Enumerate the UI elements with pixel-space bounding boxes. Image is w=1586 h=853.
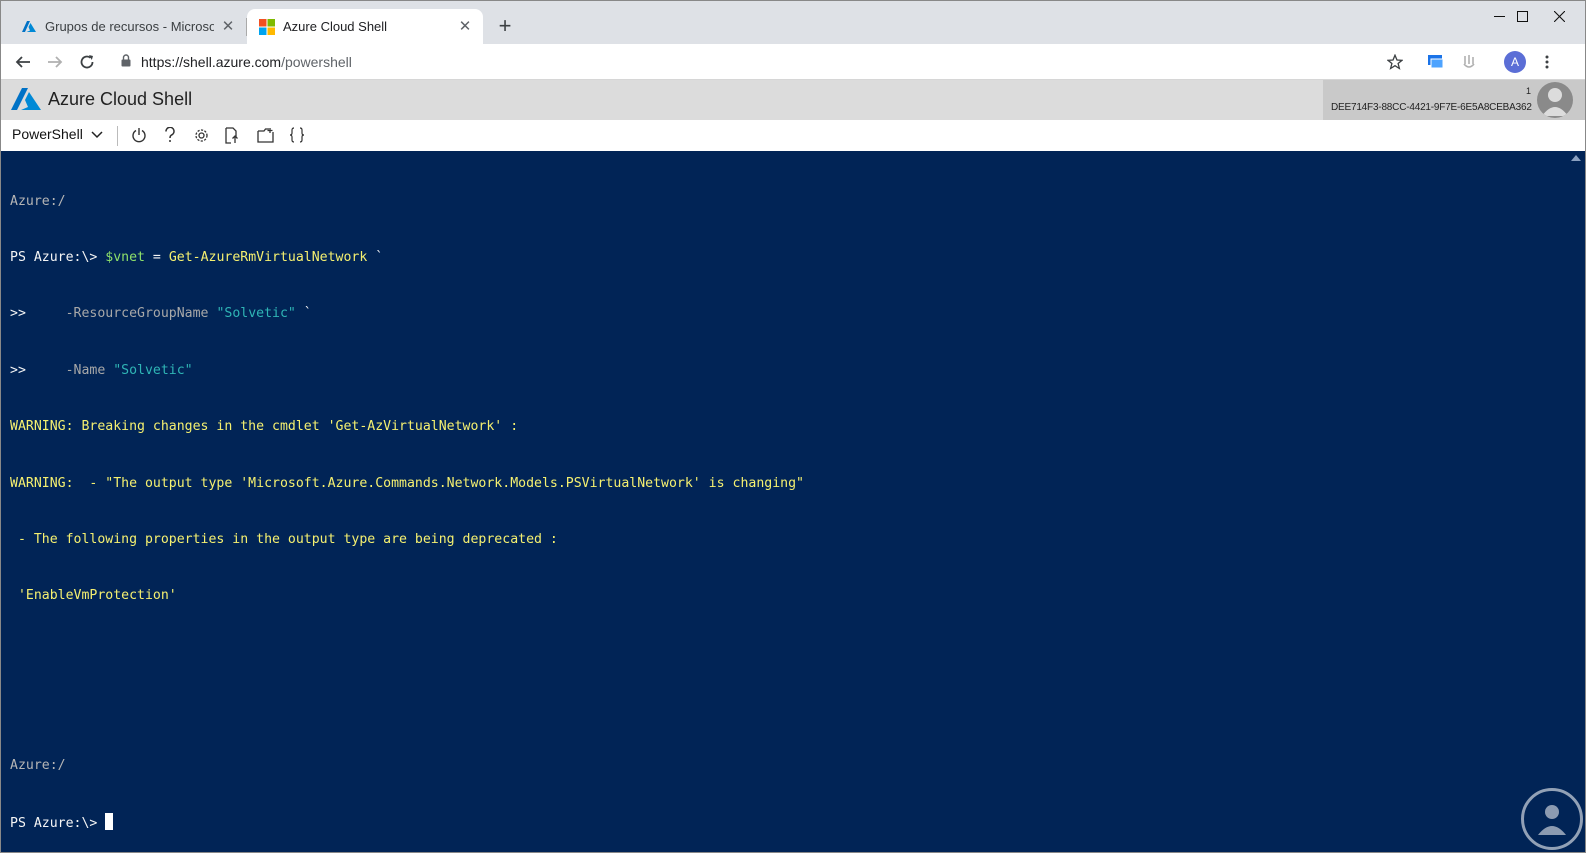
warning-line: WARNING: - "The output type 'Microsoft.A… (10, 475, 804, 491)
menu-kebab-icon[interactable] (1535, 50, 1559, 74)
url-path: /powershell (281, 54, 352, 70)
continuation-prompt: >> (10, 306, 66, 322)
microsoft-favicon-icon (259, 18, 275, 35)
terminal[interactable]: Azure:/ PS Azure:\> $vnet = Get-AzureRmV… (1, 151, 1585, 852)
line-continuation: ` (295, 306, 312, 322)
power-icon[interactable] (129, 125, 149, 145)
close-window-button[interactable] (1536, 1, 1582, 31)
terminal-location-line: Azure:/ (10, 193, 66, 209)
scroll-up-arrow-icon[interactable] (1571, 155, 1581, 161)
settings-icon[interactable] (191, 125, 211, 145)
new-tab-button[interactable]: + (493, 15, 517, 39)
shell-type-label: PowerShell (12, 126, 83, 142)
forward-arrow-icon[interactable] (43, 50, 67, 74)
azure-favicon-icon (21, 19, 37, 35)
shell-toolbar: PowerShell (1, 120, 1585, 151)
parameter-value: "Solvetic" (216, 306, 296, 322)
profile-avatar[interactable]: A (1504, 51, 1526, 73)
parameter-value: "Solvetic" (113, 362, 193, 378)
reload-icon[interactable] (75, 50, 99, 74)
parameter: -ResourceGroupName (65, 306, 217, 322)
extension-icon[interactable] (1457, 50, 1481, 74)
azure-header: Azure Cloud Shell 1 DEE714F3-88CC-4421-9… (1, 80, 1585, 120)
shell-type-select[interactable]: PowerShell (12, 126, 103, 142)
lock-icon (121, 54, 131, 70)
terminal-prompt-line: PS Azure:\> (10, 812, 804, 832)
tab-title: Azure Cloud Shell (283, 19, 388, 34)
braces-icon[interactable] (287, 125, 307, 145)
tenant-id: DEE714F3-88CC-4421-9F7E-6E5A8CEBA362 (1331, 102, 1532, 113)
chevron-down-icon (91, 126, 103, 142)
tab-azure-cloud-shell[interactable]: Azure Cloud Shell ✕ (247, 9, 483, 44)
warning-line: 'EnableVmProtection' (10, 588, 177, 604)
terminal-location-line: Azure:/ (10, 757, 66, 773)
browser-window: Grupos de recursos - Microsoft A ✕ Azure… (0, 0, 1586, 853)
tab-resource-groups[interactable]: Grupos de recursos - Microsoft A ✕ (9, 9, 246, 44)
url-host: https://shell.azure.com (141, 54, 282, 70)
back-arrow-icon[interactable] (11, 50, 35, 74)
terminal-continuation-line: >> -ResourceGroupName "Solvetic" ` (10, 305, 804, 324)
warning-line: WARNING: Breaking changes in the cmdlet … (10, 419, 519, 435)
tab-title: Grupos de recursos - Microsoft A (45, 19, 214, 34)
close-tab-icon[interactable]: ✕ (457, 18, 473, 35)
terminal-command-line: PS Azure:\> $vnet = Get-AzureRmVirtualNe… (10, 249, 804, 268)
operator: = (144, 249, 169, 265)
page-title: Azure Cloud Shell (48, 89, 193, 109)
variable: $vnet (105, 249, 145, 265)
browser-toolbar: https://shell.azure.com/powershell (1, 44, 1585, 80)
upload-download-icon[interactable] (222, 125, 242, 145)
address-bar[interactable]: https://shell.azure.com/powershell (121, 51, 352, 73)
parameter: -Name (65, 362, 114, 378)
tenant-panel[interactable]: 1 DEE714F3-88CC-4421-9F7E-6E5A8CEBA362 (1323, 80, 1585, 120)
open-editor-icon[interactable] (255, 125, 275, 145)
cmdlet: Get-AzureRmVirtualNetwork (168, 249, 368, 265)
terminal-output: Azure:/ PS Azure:\> $vnet = Get-AzureRmV… (10, 155, 804, 852)
text-cursor (105, 812, 114, 830)
tenant-count: 1 (1526, 86, 1532, 96)
toolbar-divider (117, 126, 118, 146)
cast-extension-icon[interactable] (1424, 50, 1448, 74)
user-avatar-icon[interactable] (1537, 82, 1573, 118)
terminal-continuation-line: >> -Name "Solvetic" (10, 362, 804, 381)
line-continuation: ` (367, 249, 384, 265)
azure-logo-icon (11, 88, 41, 112)
prompt: PS Azure:\> (10, 249, 106, 265)
close-tab-icon[interactable]: ✕ (220, 18, 236, 35)
help-icon[interactable] (160, 125, 180, 145)
warning-line: - The following properties in the output… (10, 531, 558, 547)
tab-strip: Grupos de recursos - Microsoft A ✕ Azure… (1, 1, 1585, 44)
continuation-prompt: >> (10, 362, 66, 378)
prompt: PS Azure:\> (10, 815, 106, 831)
watermark-logo-icon (1521, 788, 1583, 850)
bookmark-star-icon[interactable] (1383, 50, 1407, 74)
